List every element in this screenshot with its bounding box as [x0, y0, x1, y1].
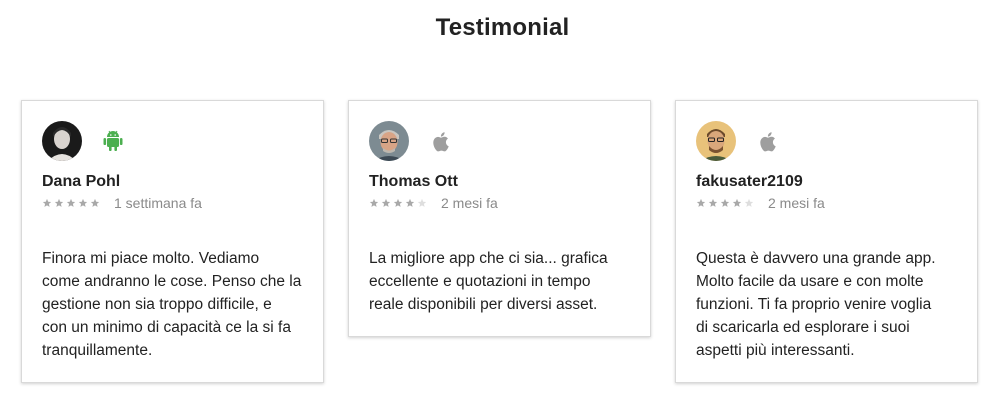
review-text: Questa è davvero una grande app. Molto f… — [696, 250, 936, 359]
star-filled-icon — [54, 198, 64, 207]
star-rating — [696, 198, 754, 208]
testimonial-card: Thomas Ott 2 mesi fa La migliore app che… — [348, 100, 651, 337]
testimonial-list: Dana Pohl 1 settimana fa Finora mi piace… — [21, 100, 978, 383]
star-rating — [369, 198, 427, 208]
star-filled-icon — [405, 198, 415, 207]
star-filled-icon — [696, 198, 706, 207]
star-rating — [42, 198, 100, 208]
testimonial-card: Dana Pohl 1 settimana fa Finora mi piace… — [21, 100, 324, 383]
review-time: 1 settimana fa — [114, 195, 202, 211]
testimonial-card: fakusater2109 2 mesi fa Questa è davvero… — [675, 100, 978, 383]
star-filled-icon — [66, 198, 76, 207]
review-text: La migliore app che ci sia... grafica ec… — [369, 250, 608, 313]
reviewer-name: Thomas Ott — [369, 173, 458, 190]
review-text: Finora mi piace molto. Vediamo come andr… — [42, 250, 302, 359]
star-filled-icon — [78, 198, 88, 207]
review-time: 2 mesi fa — [768, 195, 825, 211]
avatar — [696, 121, 736, 161]
star-filled-icon — [708, 198, 718, 207]
star-filled-icon — [381, 198, 391, 207]
apple-icon — [756, 130, 778, 152]
avatar — [42, 121, 82, 161]
star-empty-icon — [417, 198, 427, 207]
star-filled-icon — [42, 198, 52, 207]
apple-icon — [429, 130, 451, 152]
star-filled-icon — [369, 198, 379, 207]
star-filled-icon — [90, 198, 100, 207]
star-empty-icon — [744, 198, 754, 207]
android-icon — [102, 130, 124, 152]
reviewer-name: Dana Pohl — [42, 173, 121, 190]
star-filled-icon — [732, 198, 742, 207]
reviewer-name: fakusater2109 — [696, 173, 803, 190]
review-time: 2 mesi fa — [441, 195, 498, 211]
star-filled-icon — [393, 198, 403, 207]
section-title: Testimonial — [435, 14, 570, 41]
star-filled-icon — [720, 198, 730, 207]
avatar — [369, 121, 409, 161]
